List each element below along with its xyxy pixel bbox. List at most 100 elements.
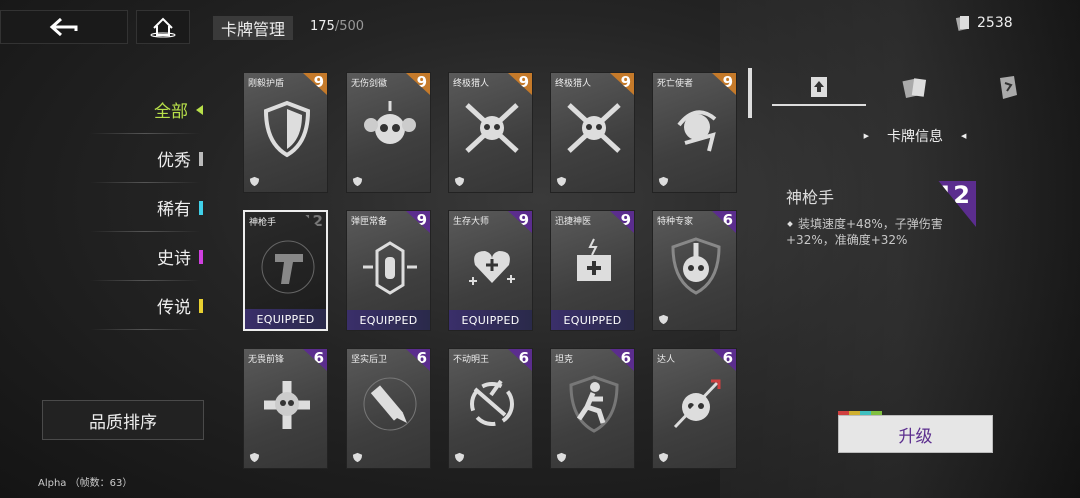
syringe-icon bbox=[363, 377, 417, 431]
card-item[interactable]: 特种专家 6 bbox=[652, 210, 737, 331]
card-level-badge: 12 bbox=[302, 212, 323, 230]
card-name: 坚实后卫 bbox=[351, 355, 388, 365]
card-item[interactable]: 无畏前锋 6 bbox=[243, 348, 328, 469]
card-name: 特种专家 bbox=[657, 217, 694, 227]
card-name: 坦克 bbox=[555, 355, 574, 365]
tab-card-info[interactable] bbox=[772, 70, 866, 106]
rarity-color-bar bbox=[199, 298, 203, 313]
card-item[interactable]: 无伤剑徽 9 bbox=[346, 72, 431, 193]
home-icon bbox=[150, 17, 176, 38]
card-item[interactable]: 坚实后卫 6 bbox=[346, 348, 431, 469]
card-level-badge: 9 bbox=[406, 73, 430, 95]
filter-label: 全部 bbox=[154, 102, 188, 122]
card-level-badge: 6 bbox=[406, 349, 430, 371]
card-level-badge: 9 bbox=[610, 211, 634, 233]
rarity-shield-icon bbox=[658, 314, 669, 325]
card-item[interactable]: 弹匣常备 9 EQUIPPED bbox=[346, 210, 431, 331]
ammo-icon bbox=[363, 241, 417, 295]
filter-all[interactable]: 全部 bbox=[85, 85, 215, 134]
bullet-icon bbox=[787, 221, 793, 227]
pistol-icon bbox=[261, 240, 315, 294]
card-level-badge: 6 bbox=[508, 349, 532, 371]
upgrade-button[interactable]: 升级 bbox=[838, 415, 993, 453]
tab-card-deck[interactable] bbox=[890, 70, 940, 106]
card-level-badge: 9 bbox=[303, 73, 327, 95]
rarity-shield-icon bbox=[352, 176, 363, 187]
card-level-badge: 9 bbox=[406, 211, 430, 233]
card-item[interactable]: 终极猎人 9 bbox=[448, 72, 533, 193]
card-name: 弹匣常备 bbox=[351, 217, 388, 227]
reaper-icon bbox=[677, 110, 717, 152]
rarity-color-bar bbox=[199, 200, 203, 215]
card-name: 刚毅护盾 bbox=[248, 79, 285, 89]
detail-card-description: 装填速度+48%，子弹伤害+32%，准确度+32% bbox=[786, 216, 966, 248]
skull-crest-icon bbox=[364, 101, 416, 144]
filter-epic[interactable]: 史诗 bbox=[85, 232, 215, 281]
card-name: 神枪手 bbox=[249, 218, 277, 228]
info-header: ▶ 卡牌信息 ◀ bbox=[855, 126, 975, 146]
card-item[interactable]: 达人 6 bbox=[652, 348, 737, 469]
rarity-shield-icon bbox=[249, 452, 260, 463]
card-name: 生存大师 bbox=[453, 217, 490, 227]
card-level-badge: 9 bbox=[508, 73, 532, 95]
card-upgrade-icon bbox=[811, 77, 827, 97]
rarity-color-bar bbox=[199, 249, 203, 264]
card-name: 终极猎人 bbox=[453, 79, 490, 89]
rarity-shield-icon bbox=[454, 176, 465, 187]
filter-rare[interactable]: 稀有 bbox=[85, 183, 215, 232]
rarity-shield-icon bbox=[454, 452, 465, 463]
selected-indicator-icon bbox=[196, 104, 203, 115]
card-item[interactable]: 终极猎人 9 bbox=[550, 72, 635, 193]
card-item[interactable]: 坦克 6 bbox=[550, 348, 635, 469]
card-count-max: /500 bbox=[334, 19, 365, 34]
card-count: 175/500 bbox=[310, 19, 364, 34]
card-count-current: 175 bbox=[310, 19, 335, 34]
card-item[interactable]: 神枪手 12 EQUIPPED bbox=[243, 210, 328, 331]
tab-card-fragment[interactable] bbox=[985, 70, 1030, 106]
card-name: 终极猎人 bbox=[555, 79, 592, 89]
card-level-badge: 6 bbox=[610, 349, 634, 371]
card-item[interactable]: 迅捷神医 9 EQUIPPED bbox=[550, 210, 635, 331]
cards-stack-icon bbox=[902, 78, 927, 99]
rarity-shield-icon bbox=[556, 452, 567, 463]
card-item[interactable]: 刚毅护盾 9 bbox=[243, 72, 328, 193]
card-item[interactable]: 死亡使者 9 bbox=[652, 72, 737, 193]
deflect-icon bbox=[470, 379, 514, 426]
currency-display: 2538 bbox=[955, 14, 1013, 32]
card-level-badge: 6 bbox=[712, 349, 736, 371]
card-item[interactable]: 不动明王 6 bbox=[448, 348, 533, 469]
scroll-indicator[interactable] bbox=[748, 68, 752, 118]
filter-excellent[interactable]: 优秀 bbox=[85, 134, 215, 183]
back-button[interactable] bbox=[0, 10, 128, 44]
card-item[interactable]: 生存大师 9 EQUIPPED bbox=[448, 210, 533, 331]
rarity-shield-icon bbox=[658, 176, 669, 187]
info-header-label: 卡牌信息 bbox=[887, 129, 943, 145]
equipped-label: EQUIPPED bbox=[347, 310, 430, 330]
rarity-shield-icon bbox=[249, 176, 260, 187]
back-arrow-icon bbox=[49, 17, 78, 37]
filter-label: 传说 bbox=[157, 298, 191, 318]
card-name: 达人 bbox=[657, 355, 676, 365]
equipped-label: EQUIPPED bbox=[551, 310, 634, 330]
shield-icon bbox=[263, 100, 311, 158]
detail-card-name: 神枪手 bbox=[786, 188, 835, 207]
filter-label: 史诗 bbox=[157, 249, 191, 269]
skull-cross-icon bbox=[264, 381, 310, 429]
filter-legendary[interactable]: 传说 bbox=[85, 281, 215, 330]
page-title: 卡牌管理 bbox=[213, 16, 294, 40]
mohawk-skull-icon bbox=[671, 237, 721, 295]
description-text: 装填速度+48%，子弹伤害+32%，准确度+32% bbox=[786, 217, 943, 247]
medkit-icon bbox=[577, 238, 611, 281]
card-currency-icon bbox=[955, 16, 969, 31]
home-button[interactable] bbox=[136, 10, 190, 44]
filter-label: 优秀 bbox=[157, 151, 191, 171]
rarity-shield-icon bbox=[556, 176, 567, 187]
filter-label: 稀有 bbox=[157, 200, 191, 220]
card-name: 无伤剑徽 bbox=[351, 79, 388, 89]
hunter-skull-icon bbox=[465, 103, 519, 153]
currency-amount: 2538 bbox=[977, 15, 1013, 31]
card-name: 死亡使者 bbox=[657, 79, 694, 89]
rarity-filter: 全部 优秀 稀有 史诗 传说 bbox=[85, 85, 215, 330]
quality-sort-button[interactable]: 品质排序 bbox=[42, 400, 204, 440]
card-level-badge: 9 bbox=[508, 211, 532, 233]
